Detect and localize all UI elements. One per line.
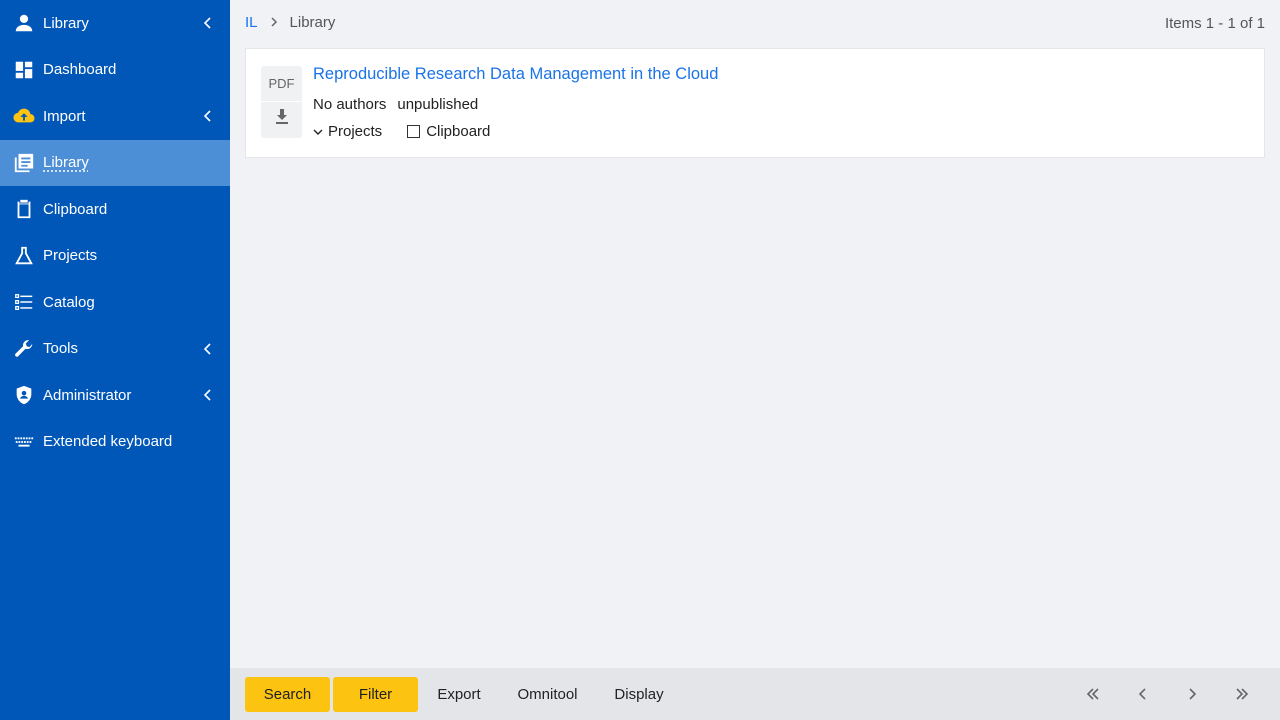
main-content: IL Library Items 1 - 1 of 1 PDF Reproduc… (230, 0, 1280, 720)
sidebar-item-projects[interactable]: Projects (0, 233, 230, 280)
filter-button[interactable]: Filter (333, 677, 418, 712)
search-button[interactable]: Search (245, 677, 330, 712)
chevron-right-icon (270, 14, 278, 31)
item-authors: No authors (313, 96, 387, 113)
sidebar-item-extended-keyboard[interactable]: Extended keyboard (0, 419, 230, 466)
projects-dropdown[interactable]: Projects (313, 123, 382, 140)
display-button[interactable]: Display (608, 677, 670, 712)
prev-page-button[interactable] (1133, 684, 1153, 704)
shield-user-icon (12, 383, 36, 407)
sidebar-item-label: Library (43, 14, 89, 32)
file-type-label[interactable]: PDF (269, 76, 295, 91)
sidebar-item-label: Dashboard (43, 61, 117, 79)
sidebar-item-label: Library (43, 154, 89, 172)
library-icon (12, 151, 36, 175)
item-actions: Projects Clipboard (313, 123, 490, 140)
chevron-left-icon (198, 17, 218, 29)
item-status: unpublished (397, 96, 479, 113)
chevron-left-icon (198, 343, 218, 355)
download-icon[interactable] (274, 108, 290, 126)
sidebar-item-label: Clipboard (43, 200, 108, 218)
sidebar-item-label: Administrator (43, 386, 132, 404)
bottom-toolbar: Search Filter Export Omnitool Display (230, 668, 1280, 720)
omnitool-button[interactable]: Omnitool (510, 677, 585, 712)
clipboard-label: Clipboard (426, 123, 491, 140)
attachment-box: PDF (261, 66, 302, 138)
breadcrumb-root-link[interactable]: IL (245, 14, 258, 31)
sidebar-item-dashboard[interactable]: Dashboard (0, 47, 230, 94)
breadcrumb: IL Library (245, 14, 335, 31)
sidebar-item-tools[interactable]: Tools (0, 326, 230, 373)
sidebar-item-label: Import (43, 107, 86, 125)
projects-label: Projects (328, 123, 383, 140)
wrench-icon (12, 337, 36, 361)
items-count: Items 1 - 1 of 1 (1164, 15, 1265, 32)
sidebar-item-administrator[interactable]: Administrator (0, 372, 230, 419)
next-page-button[interactable] (1182, 684, 1202, 704)
sidebar-item-library[interactable]: Library (0, 139, 230, 186)
chevron-left-icon (1138, 688, 1146, 700)
sidebar-item-library-user[interactable]: Library (0, 0, 230, 47)
sidebar: Library Dashboard Import Library Clipboa… (0, 0, 230, 720)
keyboard-icon (12, 430, 36, 454)
chevrons-left-icon (1086, 688, 1099, 700)
chevron-left-icon (198, 389, 218, 401)
chevron-left-icon (198, 110, 218, 122)
list-item: PDF Reproducible Research Data Managemen… (245, 48, 1265, 158)
list-icon (12, 290, 36, 314)
clipboard-icon (12, 197, 36, 221)
user-icon (12, 11, 36, 35)
sidebar-item-label: Extended keyboard (43, 433, 173, 451)
sidebar-item-clipboard[interactable]: Clipboard (0, 186, 230, 233)
sidebar-item-label: Projects (43, 247, 98, 265)
divider (261, 101, 302, 102)
dashboard-icon (12, 58, 36, 82)
chevron-right-icon (1189, 688, 1197, 700)
chevron-down-icon (313, 129, 323, 135)
item-title-link[interactable]: Reproducible Research Data Management in… (313, 65, 718, 84)
sidebar-item-label: Tools (43, 340, 79, 358)
cloud-upload-icon (12, 104, 36, 128)
sidebar-item-label: Catalog (43, 293, 95, 311)
export-button[interactable]: Export (429, 677, 489, 712)
clipboard-checkbox[interactable] (407, 125, 421, 138)
clipboard-toggle[interactable]: Clipboard (407, 123, 490, 140)
last-page-button[interactable] (1232, 684, 1252, 704)
breadcrumb-current: Library (289, 14, 336, 31)
sidebar-item-import[interactable]: Import (0, 93, 230, 140)
item-meta: No authors unpublished (313, 96, 478, 113)
flask-icon (12, 244, 36, 268)
sidebar-item-catalog[interactable]: Catalog (0, 279, 230, 326)
first-page-button[interactable] (1083, 684, 1103, 704)
chevrons-right-icon (1236, 688, 1249, 700)
